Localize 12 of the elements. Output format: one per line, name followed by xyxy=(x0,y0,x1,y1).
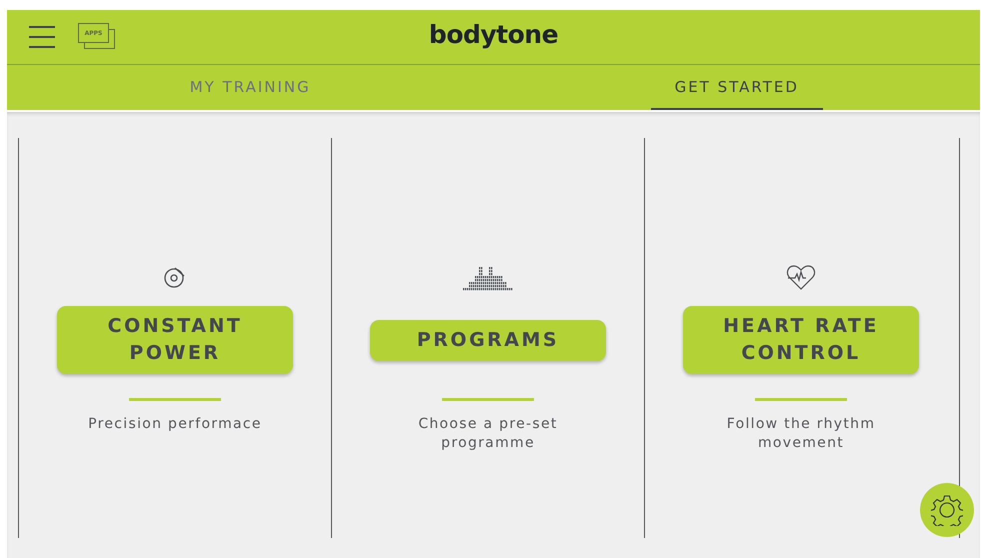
mode-button[interactable]: PROGRAMS xyxy=(370,320,606,360)
mode-button[interactable]: CONSTANT POWER xyxy=(57,306,293,374)
mode-description: Precision performace xyxy=(87,415,263,434)
mode-description: Choose a pre-set programme xyxy=(417,415,559,453)
mode-button[interactable]: HEART RATE CONTROL xyxy=(683,306,919,374)
mode-description: Follow the rhythm movement xyxy=(726,415,876,453)
settings-icon xyxy=(931,494,963,526)
tab[interactable]: MY TRAINING xyxy=(166,65,335,110)
tab[interactable]: GET STARTED xyxy=(650,65,823,110)
logo: bodytone xyxy=(428,20,558,49)
heart-rate-icon xyxy=(785,263,817,291)
menu-icon[interactable] xyxy=(28,25,56,49)
